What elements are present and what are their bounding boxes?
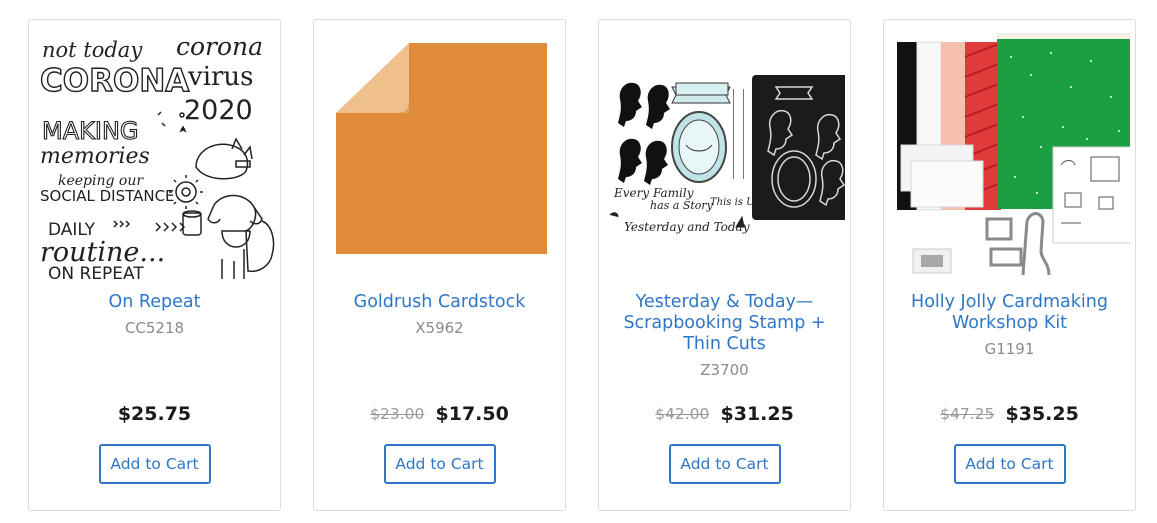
add-to-cart-button[interactable]: Add to Cart — [383, 444, 496, 484]
stamp-text: SOCIAL DISTANCE — [40, 187, 175, 205]
product-old-price: $47.25 — [940, 405, 995, 423]
stamp-text: not today — [42, 38, 143, 62]
product-title-text[interactable]: On Repeat — [108, 292, 200, 312]
product-price: $35.25 — [1005, 403, 1079, 425]
stamp-text: ON REPEAT — [48, 264, 144, 282]
product-sku: CC5218 — [124, 319, 185, 337]
price-row: $23.00 $17.50 — [314, 403, 565, 425]
product-sku: G1191 — [984, 340, 1035, 358]
silhouette-stamp — [618, 82, 642, 127]
stamp-text: CORONA — [40, 63, 189, 99]
product-card: Goldrush Cardstock X5962 $23.00 $17.50 A… — [313, 19, 566, 511]
product-card: Holly Jolly Cardmaking Workshop Kit G119… — [883, 19, 1136, 511]
product-title-text[interactable]: Goldrush Cardstock — [354, 292, 526, 312]
stamp-text: 2020 — [184, 95, 253, 126]
price-row: $25.75 — [29, 403, 280, 425]
product-price: $25.75 — [117, 403, 192, 425]
stamp-text: virus — [187, 62, 254, 92]
product-title[interactable]: Goldrush Cardstock X5962 — [324, 292, 555, 338]
product-card: Every Family has a Story This is US Yest… — [598, 19, 851, 511]
product-title-text[interactable]: Holly Jolly Cardmaking Workshop Kit — [911, 292, 1108, 333]
stamp-text: memories — [40, 144, 150, 169]
product-price: $31.25 — [720, 403, 794, 425]
stamp-text: MAKING — [42, 117, 139, 145]
product-old-price: $23.00 — [370, 405, 425, 423]
product-title[interactable]: Yesterday & Today—Scrapbooking Stamp + T… — [609, 292, 840, 380]
add-to-cart-button[interactable]: Add to Cart — [668, 444, 781, 484]
price-row: $42.00 $31.25 — [599, 403, 850, 425]
price-row: $47.25 $35.25 — [884, 403, 1135, 425]
stamp-text: Yesterday and Today — [624, 220, 750, 234]
product-image[interactable]: not today CORONA corona virus 2020 MAKIN… — [36, 27, 275, 282]
stamp-text: corona — [176, 32, 263, 61]
product-title[interactable]: Holly Jolly Cardmaking Workshop Kit G119… — [894, 292, 1125, 359]
product-card: not today CORONA corona virus 2020 MAKIN… — [28, 19, 281, 511]
product-image[interactable] — [321, 27, 560, 282]
product-title-text[interactable]: Yesterday & Today—Scrapbooking Stamp + T… — [623, 292, 825, 354]
product-sku: Z3700 — [700, 361, 749, 379]
stamp-text: Every Family — [613, 186, 694, 200]
product-old-price: $42.00 — [655, 405, 710, 423]
add-to-cart-button[interactable]: Add to Cart — [98, 444, 211, 484]
product-title[interactable]: On Repeat CC5218 — [39, 292, 270, 338]
product-image[interactable] — [891, 27, 1130, 282]
product-image[interactable]: Every Family has a Story This is US Yest… — [606, 27, 845, 282]
add-to-cart-button[interactable]: Add to Cart — [953, 444, 1066, 484]
stamp-text: has a Story — [650, 199, 714, 212]
product-sku: X5962 — [415, 319, 464, 337]
product-price: $17.50 — [435, 403, 509, 425]
